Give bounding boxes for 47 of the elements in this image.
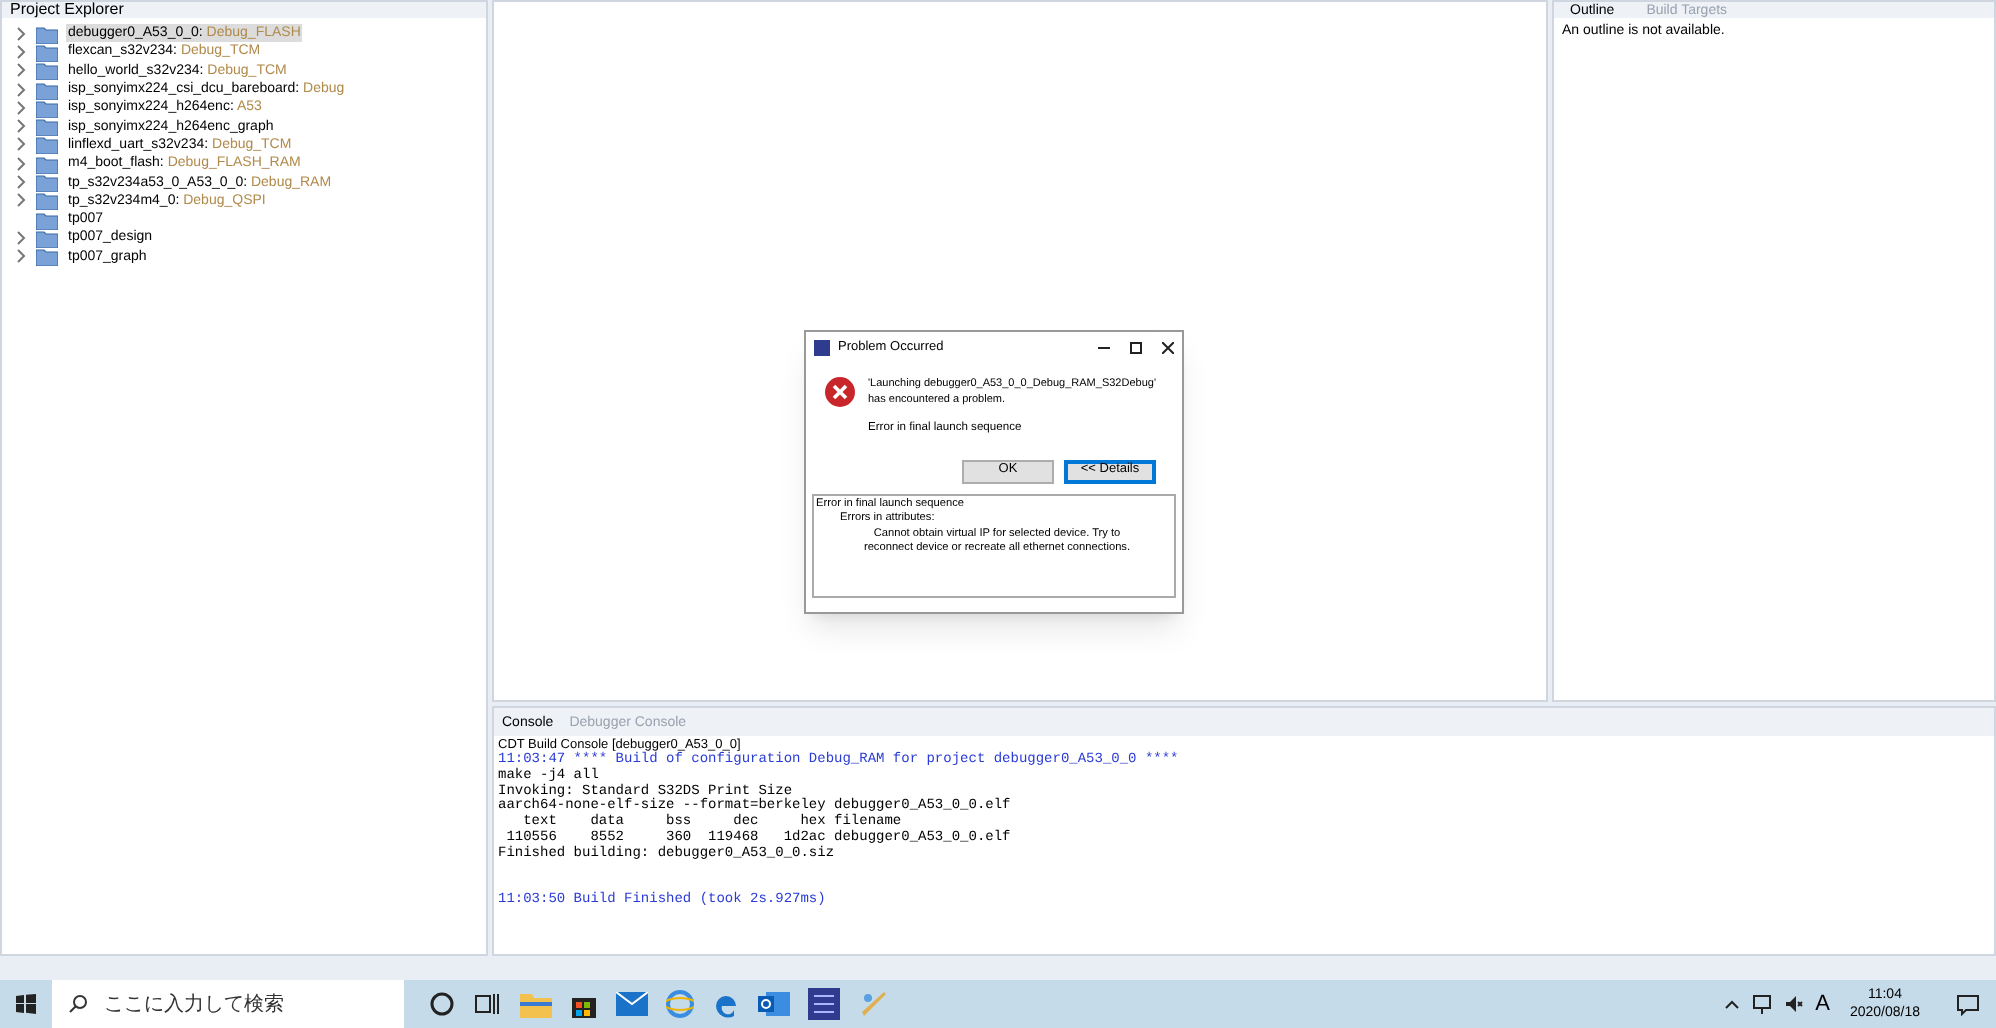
- chevron-right-icon[interactable]: [16, 136, 28, 153]
- app-icon[interactable]: [808, 988, 840, 1020]
- network-icon[interactable]: [1751, 994, 1772, 1014]
- chevron-right-icon[interactable]: [16, 43, 28, 60]
- project-folder-icon: [36, 227, 58, 248]
- start-icon[interactable]: [16, 994, 36, 1014]
- maximize-icon[interactable]: [1130, 342, 1142, 354]
- browser-icon[interactable]: [666, 990, 694, 1018]
- ime-indicator[interactable]: A: [1815, 987, 1830, 1021]
- project-folder-icon: [36, 116, 58, 137]
- chevron-right-icon[interactable]: [16, 174, 28, 191]
- project-folder-icon: [36, 23, 58, 44]
- project-folder-icon: [36, 172, 58, 193]
- notification-icon[interactable]: [1956, 993, 1980, 1015]
- project-folder-icon: [36, 41, 58, 62]
- cortana-icon[interactable]: [428, 990, 456, 1018]
- chevron-right-icon[interactable]: [16, 155, 28, 172]
- chevron-right-icon[interactable]: [16, 81, 28, 98]
- chevron-right-icon[interactable]: [16, 62, 28, 79]
- project-folder-icon: [36, 246, 58, 267]
- project-folder-icon: [36, 79, 58, 100]
- folder-icon[interactable]: [520, 990, 552, 1018]
- chevron-right-icon[interactable]: [16, 229, 28, 246]
- mail-icon[interactable]: [616, 992, 648, 1016]
- outlook-icon[interactable]: [758, 990, 790, 1018]
- chevron-right-icon[interactable]: [16, 99, 28, 116]
- chevron-right-icon[interactable]: [16, 248, 28, 265]
- project-folder-icon: [36, 190, 58, 211]
- close-icon[interactable]: [1162, 342, 1174, 354]
- chevron-right-icon[interactable]: [16, 192, 28, 209]
- search-input[interactable]: ここに入力して検索: [104, 989, 384, 1019]
- project-folder-icon: [36, 134, 58, 155]
- project-folder-icon: [36, 153, 58, 174]
- speaker-muted-icon[interactable]: [1783, 994, 1804, 1014]
- task-view-icon[interactable]: [474, 990, 502, 1018]
- chevron-right-icon[interactable]: [16, 25, 28, 42]
- chevron-up-icon[interactable]: [1723, 998, 1740, 1010]
- taskbar-search-field[interactable]: ここに入力して検索: [52, 980, 404, 1028]
- minimize-icon[interactable]: [1098, 342, 1110, 354]
- project-folder-icon: [36, 209, 58, 230]
- error-icon: [824, 376, 856, 408]
- project-folder-icon: [36, 97, 58, 118]
- search-icon: [68, 994, 88, 1014]
- chevron-right-icon[interactable]: [16, 118, 28, 135]
- edge-icon[interactable]: [712, 990, 740, 1018]
- project-folder-icon: [36, 60, 58, 81]
- app-icon: [814, 340, 830, 356]
